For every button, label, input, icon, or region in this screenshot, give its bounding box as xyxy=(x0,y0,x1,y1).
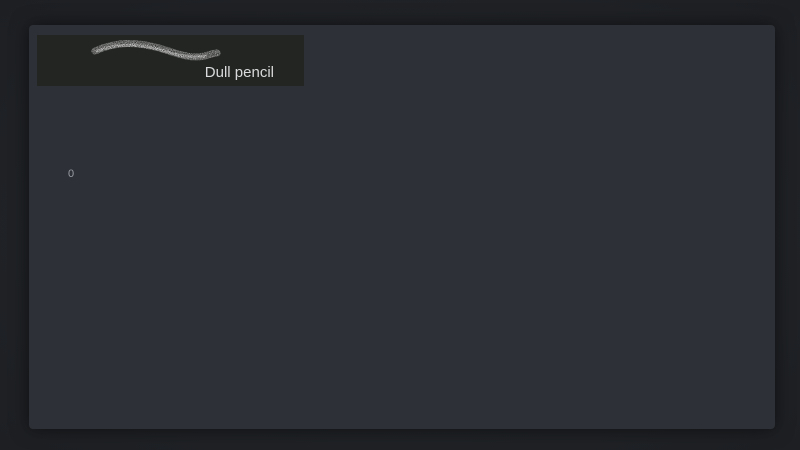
brush-name-label: Dull pencil xyxy=(204,64,274,81)
brush-preset-card[interactable]: Dull pencil xyxy=(37,35,304,86)
brush-library-panel: Dull pencil 0 xyxy=(29,25,775,429)
brush-slot-value: 0 xyxy=(68,168,75,180)
